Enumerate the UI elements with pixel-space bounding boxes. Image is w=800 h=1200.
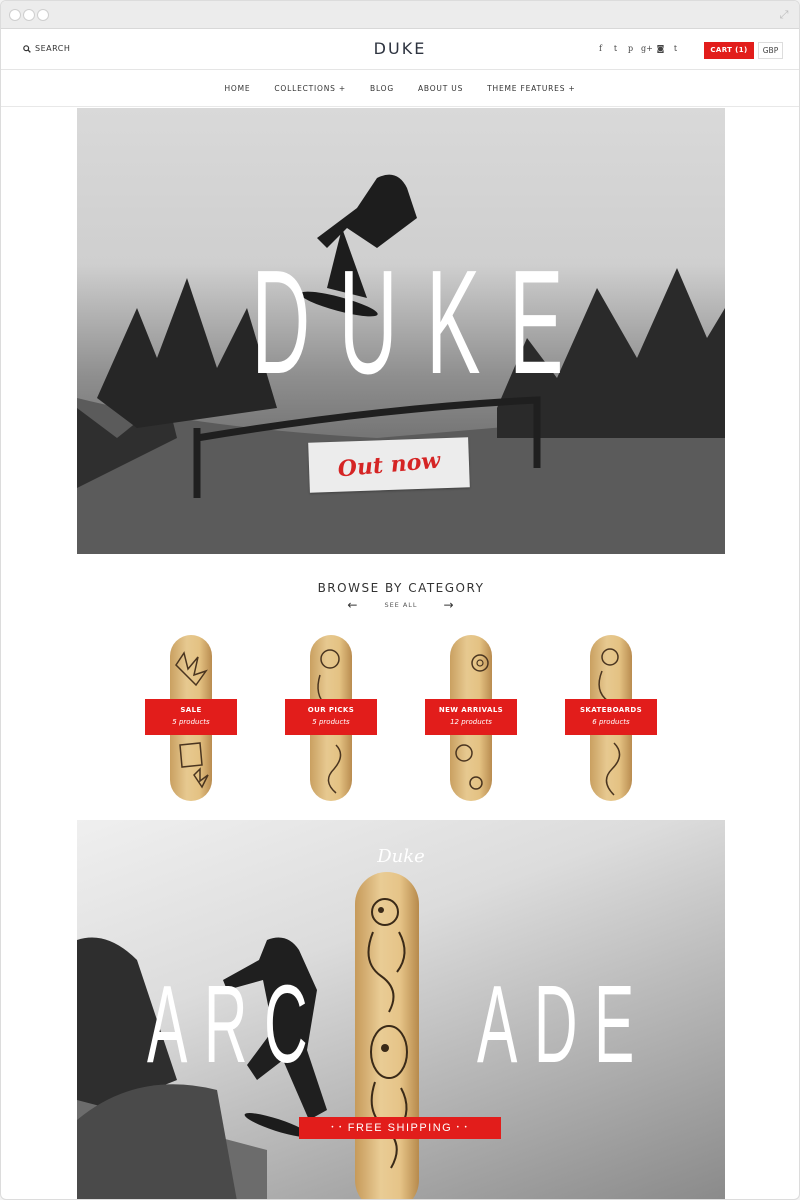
category-label: SALE 5 products bbox=[145, 699, 237, 735]
category-count: 6 products bbox=[592, 718, 630, 726]
browser-chrome: ⤢ bbox=[1, 1, 799, 29]
cart-button[interactable]: CART (1) bbox=[704, 42, 754, 59]
tumblr-icon[interactable]: t bbox=[671, 44, 680, 54]
category-name: OUR PICKS bbox=[307, 706, 355, 714]
category-count: 12 products bbox=[450, 718, 492, 726]
category-card-new-arrivals[interactable]: NEW ARRIVALS 12 products bbox=[425, 635, 517, 801]
browse-heading: BROWSE BY CATEGORY bbox=[317, 581, 485, 595]
window-close-button[interactable] bbox=[9, 9, 21, 21]
out-now-label: Out now bbox=[336, 447, 442, 483]
promo-banner[interactable]: Duke ARC ADE • • FREE SHIPPING • • bbox=[77, 820, 725, 1199]
window-maximize-button[interactable] bbox=[37, 9, 49, 21]
pinterest-icon[interactable]: p bbox=[626, 44, 635, 54]
twitter-icon[interactable]: t bbox=[611, 44, 620, 54]
currency-selector[interactable]: GBP bbox=[758, 42, 783, 59]
category-card-our-picks[interactable]: OUR PICKS 5 products bbox=[285, 635, 377, 801]
window-minimize-button[interactable] bbox=[23, 9, 35, 21]
category-label: OUR PICKS 5 products bbox=[285, 699, 377, 735]
hero-title: DUKE bbox=[251, 240, 592, 405]
category-label: NEW ARRIVALS 12 products bbox=[425, 699, 517, 735]
free-shipping-ribbon[interactable]: • • FREE SHIPPING • • bbox=[299, 1117, 501, 1139]
google-plus-icon[interactable]: g+ bbox=[641, 44, 653, 54]
next-arrow-icon[interactable]: → bbox=[444, 599, 455, 611]
see-all-link[interactable]: SEE ALL bbox=[384, 601, 417, 609]
promo-word-left: ARC bbox=[147, 963, 325, 1086]
promo-script-title: Duke bbox=[377, 846, 425, 867]
featured-skateboard-deck bbox=[355, 872, 419, 1199]
nav-item-collections[interactable]: COLLECTIONS + bbox=[274, 84, 346, 93]
facebook-icon[interactable]: f bbox=[596, 44, 605, 54]
ribbon-dots-left: • • bbox=[331, 1125, 344, 1132]
main-nav: HOME COLLECTIONS + BLOG ABOUT US THEME F… bbox=[1, 70, 799, 107]
site-header: SEARCH DUKE f t p g+ ◙ t CART (1) GBP bbox=[1, 29, 799, 70]
nav-item-home[interactable]: HOME bbox=[224, 84, 250, 93]
category-name: NEW ARRIVALS bbox=[438, 706, 504, 714]
nav-item-theme-features[interactable]: THEME FEATURES + bbox=[487, 84, 575, 93]
category-count: 5 products bbox=[312, 718, 350, 726]
browser-window: ⤢ SEARCH DUKE f t p g+ ◙ t CART (1) GBP … bbox=[0, 0, 800, 1200]
social-links: f t p g+ ◙ t bbox=[596, 44, 680, 54]
category-card-skateboards[interactable]: SKATEBOARDS 6 products bbox=[565, 635, 657, 801]
category-count: 5 products bbox=[172, 718, 210, 726]
hero-banner[interactable]: DUKE Out now bbox=[77, 108, 725, 554]
ribbon-label: FREE SHIPPING bbox=[347, 1122, 453, 1134]
nav-item-about-us[interactable]: ABOUT US bbox=[418, 84, 463, 93]
category-card-sale[interactable]: SALE 5 products bbox=[145, 635, 237, 801]
out-now-badge[interactable]: Out now bbox=[308, 437, 470, 493]
prev-arrow-icon[interactable]: ← bbox=[347, 599, 358, 611]
category-label: SKATEBOARDS 6 products bbox=[565, 699, 657, 735]
category-name: SKATEBOARDS bbox=[579, 706, 643, 714]
browse-controls: ← SEE ALL → bbox=[1, 599, 799, 611]
promo-word-right: ADE bbox=[477, 963, 651, 1086]
browse-by-category: BROWSE BY CATEGORY ← SEE ALL → bbox=[1, 581, 799, 611]
category-name: SALE bbox=[180, 706, 202, 714]
expand-icon[interactable]: ⤢ bbox=[778, 9, 790, 21]
instagram-icon[interactable]: ◙ bbox=[656, 44, 665, 54]
ribbon-dots-right: • • bbox=[456, 1125, 469, 1132]
nav-item-blog[interactable]: BLOG bbox=[370, 84, 394, 93]
